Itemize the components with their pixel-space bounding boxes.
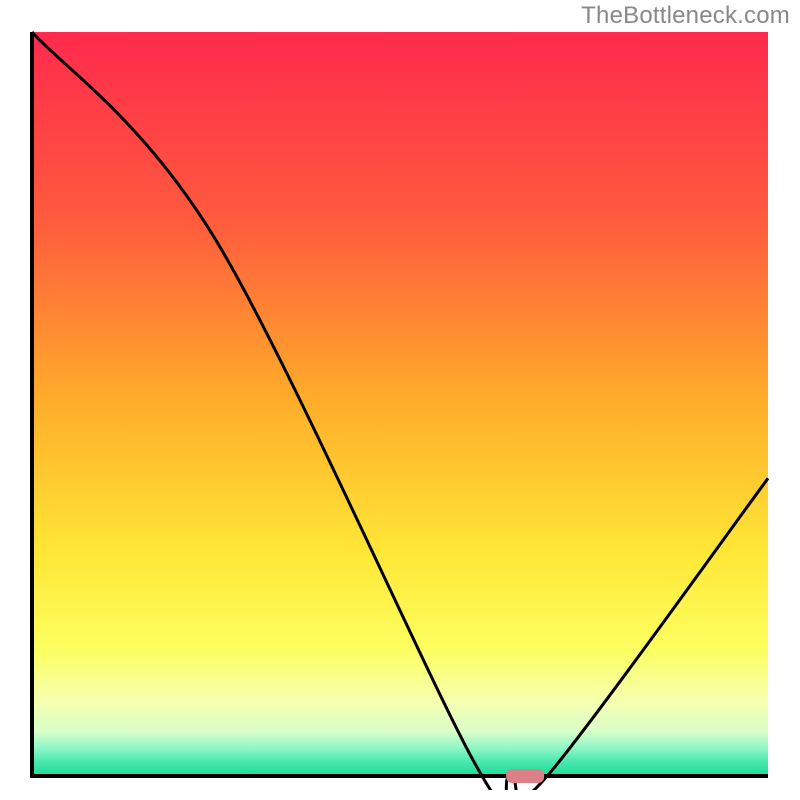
chart-container: TheBottleneck.com: [0, 0, 800, 800]
plot-background: [32, 32, 768, 776]
bottleneck-chart: [20, 30, 780, 790]
optimal-marker: [506, 769, 544, 783]
watermark-text: TheBottleneck.com: [581, 2, 790, 30]
